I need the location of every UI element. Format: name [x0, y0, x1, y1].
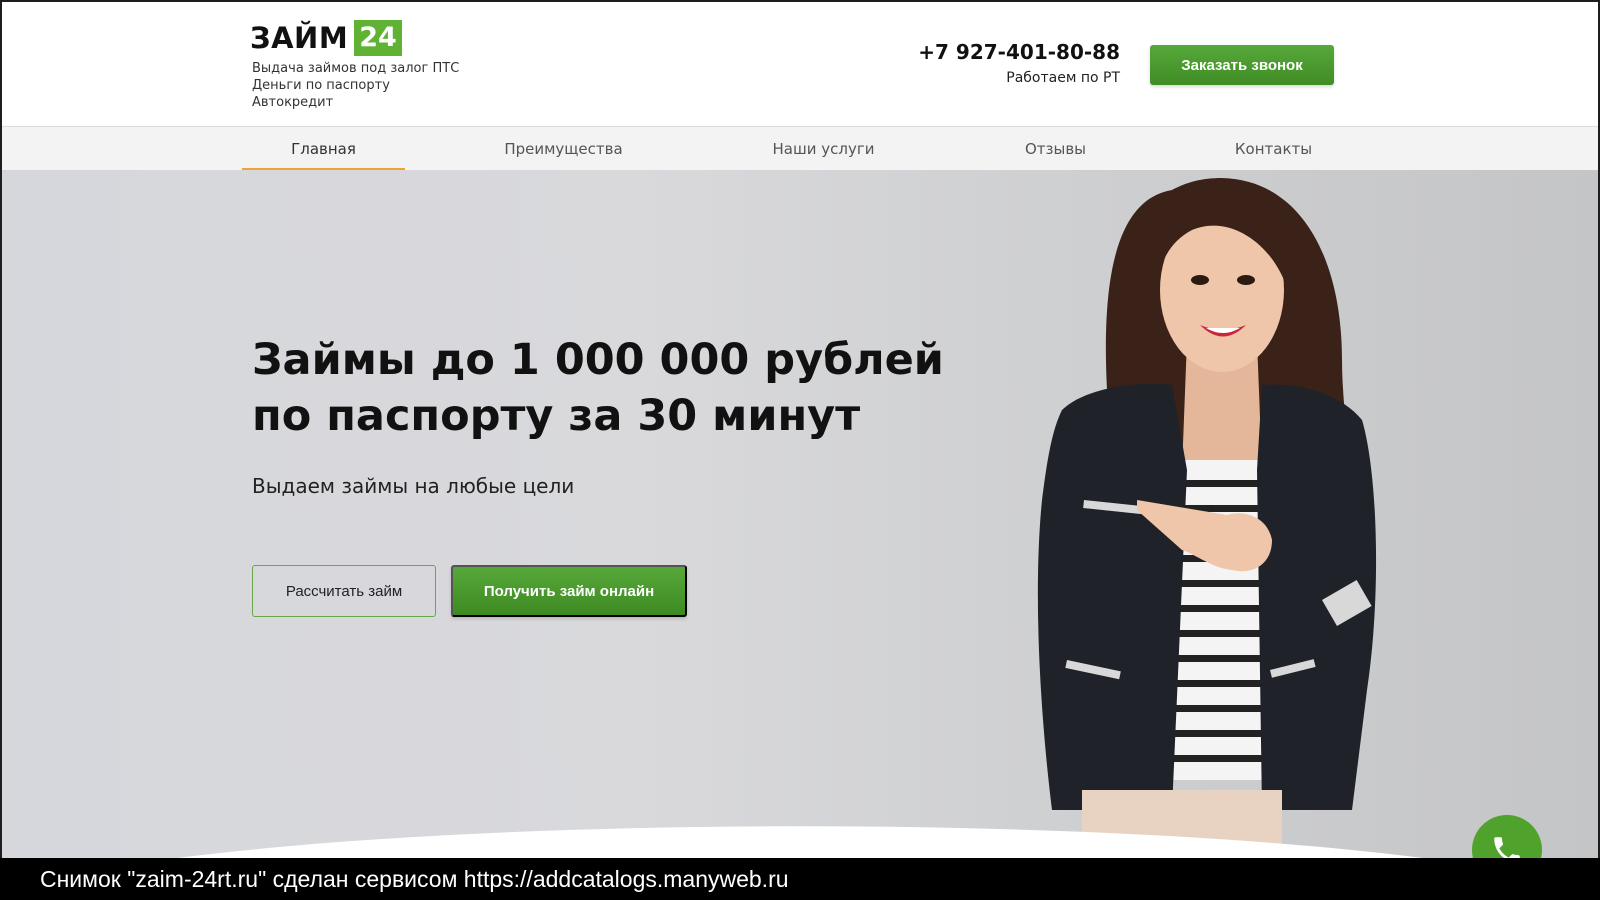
page: ЗАЙМ 24 Выдача займов под залог ПТС День… [0, 0, 1600, 900]
nav-item-home[interactable]: Главная [242, 127, 405, 171]
get-loan-online-button[interactable]: Получить займ онлайн [451, 565, 687, 617]
hero-title-line: по паспорту за 30 минут [252, 391, 861, 441]
contact-block: +7 927-401-80-88 Работаем по РТ [918, 40, 1120, 86]
order-call-button[interactable]: Заказать звонок [1150, 45, 1334, 85]
site-header: ЗАЙМ 24 Выдача займов под залог ПТС День… [2, 2, 1598, 126]
tagline-line: Выдача займов под залог ПТС [252, 61, 460, 76]
tagline: Выдача займов под залог ПТС Деньги по па… [252, 60, 459, 111]
phone-icon [1494, 837, 1520, 860]
nav-item-services[interactable]: Наши услуги [742, 127, 905, 171]
hero-title: Займы до 1 000 000 рублей по паспорту за… [252, 332, 944, 444]
hero-title-line: Займы до 1 000 000 рублей [252, 335, 944, 385]
working-region: Работаем по РТ [1006, 70, 1120, 86]
hero-section: Займы до 1 000 000 рублей по паспорту за… [2, 170, 1598, 860]
nav-item-contacts[interactable]: Контакты [1192, 127, 1355, 171]
calculate-loan-button[interactable]: Рассчитать займ [252, 565, 436, 617]
logo[interactable]: ЗАЙМ 24 [250, 20, 402, 56]
screenshot-caption: Снимок "zaim-24rt.ru" сделан сервисом ht… [0, 858, 1600, 900]
hero-photo-woman [1037, 178, 1377, 860]
phone-number[interactable]: +7 927-401-80-88 [918, 40, 1120, 64]
main-nav: Главная Преимущества Наши услуги Отзывы … [2, 126, 1598, 171]
tagline-line: Автокредит [252, 95, 334, 110]
logo-number: 24 [354, 20, 402, 56]
nav-item-reviews[interactable]: Отзывы [974, 127, 1137, 171]
hero-subtitle: Выдаем займы на любые цели [252, 474, 575, 498]
tagline-line: Деньги по паспорту [252, 78, 390, 93]
nav-item-advantages[interactable]: Преимущества [482, 127, 645, 171]
hero-bottom-curve [2, 826, 1598, 860]
logo-word: ЗАЙМ [250, 21, 349, 55]
